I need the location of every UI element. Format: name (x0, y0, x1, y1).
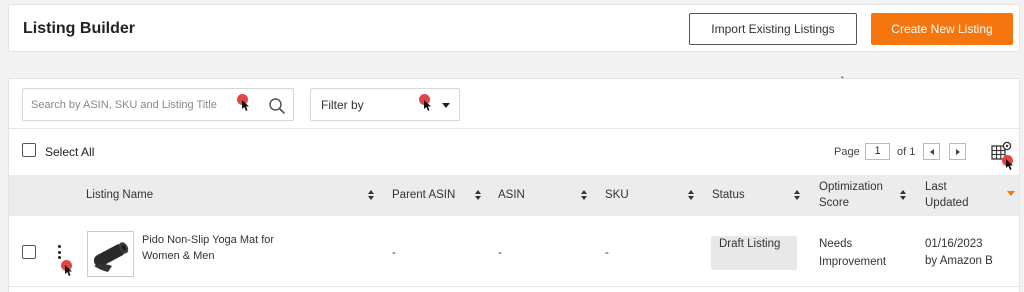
select-all-checkbox[interactable] (22, 143, 36, 157)
divider (9, 128, 1019, 129)
product-thumbnail[interactable] (87, 231, 134, 277)
listing-name-text[interactable]: Pido Non-Slip Yoga Mat for Women & Men (142, 232, 292, 264)
pointer-cursor-icon (242, 100, 249, 111)
page-header: Listing Builder Import Existing Listings… (8, 4, 1020, 52)
filter-by-label: Filter by (321, 98, 364, 112)
column-header-parent-asin[interactable]: Parent ASIN (392, 187, 455, 203)
optimization-score-cell: Needs Improvement (819, 238, 887, 268)
column-header-sku[interactable]: SKU (605, 187, 629, 203)
table-header: Listing Name Parent ASIN ASIN SKU Status… (9, 175, 1019, 216)
search-icon[interactable] (268, 97, 286, 115)
row-checkbox[interactable] (22, 245, 36, 259)
page-number-input[interactable]: 1 (865, 143, 890, 160)
yoga-mat-image (93, 242, 129, 272)
filter-by-select[interactable]: Filter by (310, 88, 460, 121)
page-title: Listing Builder (23, 20, 135, 37)
pointer-cursor-icon (424, 100, 431, 111)
page-label: Page (834, 146, 860, 158)
previous-page-button[interactable] (923, 143, 940, 160)
pointer-cursor-icon (1006, 159, 1013, 170)
column-header-listing-name[interactable]: Listing Name (86, 187, 153, 203)
sku-cell: - (605, 247, 609, 259)
column-header-asin[interactable]: ASIN (498, 187, 525, 203)
more-vertical-icon[interactable] (58, 245, 62, 261)
sort-icon[interactable] (475, 190, 482, 201)
create-new-listing-button[interactable]: Create New Listing (871, 13, 1013, 45)
row-divider (9, 286, 1019, 287)
sort-icon[interactable] (688, 190, 695, 201)
chevron-down-icon (442, 103, 450, 108)
select-all-label: Select All (45, 145, 95, 159)
search-input[interactable] (31, 97, 259, 113)
sort-icon[interactable] (581, 190, 588, 201)
pointer-cursor-icon (65, 265, 72, 276)
listings-panel: Filter by Select All Page 1 of 1 Listing… (8, 78, 1020, 292)
sort-icon[interactable] (900, 190, 907, 201)
sort-icon[interactable] (794, 190, 801, 201)
chevron-right-icon (955, 148, 960, 155)
column-header-last-updated[interactable]: Last Updated (925, 179, 985, 211)
next-page-button[interactable] (949, 143, 966, 160)
column-header-status[interactable]: Status (712, 187, 745, 203)
asin-cell: - (498, 247, 502, 259)
sort-descending-icon[interactable] (1007, 191, 1015, 196)
page-count-label: of 1 (897, 146, 916, 158)
sort-icon[interactable] (368, 190, 375, 201)
import-existing-listings-button[interactable]: Import Existing Listings (689, 13, 857, 45)
last-updated-date: 01/16/2023 (925, 238, 983, 250)
search-box[interactable] (22, 88, 294, 121)
status-badge: Draft Listing (711, 236, 797, 270)
chevron-left-icon (929, 148, 934, 155)
column-header-optimization-score[interactable]: Optimization Score (819, 179, 899, 211)
last-updated-by: by Amazon B (925, 255, 993, 267)
parent-asin-cell: - (392, 247, 396, 259)
